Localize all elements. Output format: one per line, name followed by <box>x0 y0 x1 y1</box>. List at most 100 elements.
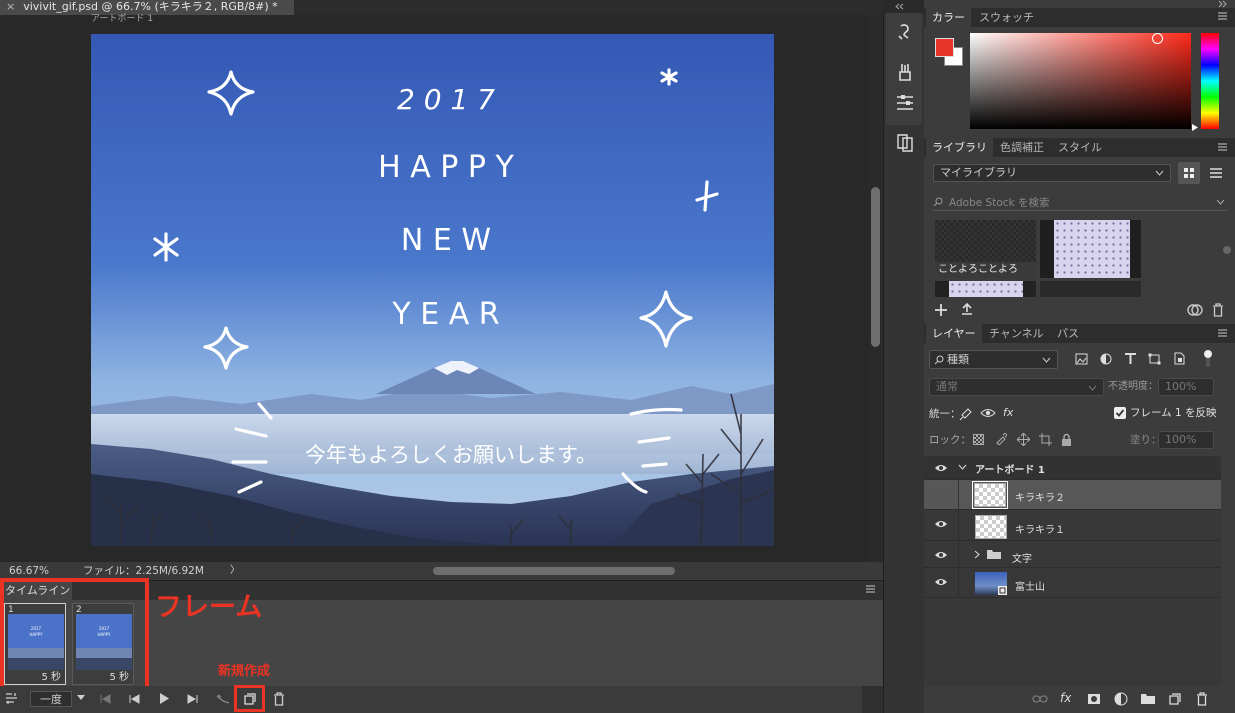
chevron-down-icon <box>1088 385 1097 391</box>
delete-layer-icon[interactable] <box>1196 692 1208 706</box>
chevron-down-icon[interactable] <box>958 464 967 470</box>
new-group-icon[interactable] <box>1140 692 1156 705</box>
tab-color[interactable]: カラー <box>926 8 971 27</box>
color-field[interactable] <box>970 33 1191 129</box>
hue-slider-handle[interactable] <box>1192 124 1199 131</box>
tab-adjustments[interactable]: 色調補正 <box>994 138 1050 157</box>
tab-paths[interactable]: パス <box>1051 324 1085 343</box>
layers-bottom-bar <box>924 686 1235 713</box>
new-frame-icon[interactable] <box>243 692 256 705</box>
loop-dropdown-icon[interactable] <box>77 695 85 701</box>
tab-styles[interactable]: スタイル <box>1052 138 1108 157</box>
vertical-scroll-thumb[interactable] <box>871 187 880 347</box>
artwork-happy: H A P P Y <box>378 150 514 185</box>
visibility-toggle-empty[interactable] <box>935 488 947 500</box>
artboard-canvas[interactable]: 2 0 1 7 H A P P Y N E W Y E A R 今年もよろしくお… <box>91 34 774 546</box>
lock-all-icon[interactable] <box>1061 433 1072 446</box>
filter-adjustment-icon[interactable] <box>1100 353 1112 365</box>
library-scroll-indicator[interactable] <box>1223 246 1231 254</box>
indent-line <box>958 568 959 598</box>
foreground-color-swatch[interactable] <box>935 38 954 57</box>
lock-transparent-icon[interactable] <box>973 434 984 445</box>
library-item-4[interactable] <box>1040 281 1141 297</box>
visibility-eye-icon[interactable] <box>934 463 948 473</box>
timeline-resize-corner[interactable] <box>862 686 883 713</box>
dock-collapse-bar[interactable] <box>883 0 924 13</box>
lock-artboard-icon[interactable] <box>1039 433 1052 446</box>
library-item-3[interactable] <box>935 281 1036 297</box>
visibility-eye-icon[interactable] <box>934 519 948 529</box>
horizontal-scroll-thumb[interactable] <box>433 567 675 575</box>
library-panel-menu-icon[interactable] <box>1217 142 1228 152</box>
hue-slider[interactable] <box>1201 33 1219 129</box>
filter-type-icon[interactable] <box>1124 352 1137 365</box>
tab-swatches[interactable]: スウォッチ <box>973 8 1040 27</box>
lock-position-icon[interactable] <box>1017 433 1030 446</box>
blend-mode-select[interactable]: 通常 <box>929 378 1104 396</box>
color-panel-menu-icon[interactable] <box>1217 11 1228 21</box>
delete-library-item-icon[interactable] <box>1212 303 1224 317</box>
chevron-right-icon[interactable] <box>974 550 980 559</box>
visibility-eye-icon[interactable] <box>934 550 948 560</box>
next-frame-icon[interactable] <box>187 693 199 705</box>
delete-frame-icon[interactable] <box>273 692 285 706</box>
status-menu-arrow[interactable]: 〉 <box>230 562 240 580</box>
history-icon[interactable] <box>893 22 917 42</box>
list-view-button[interactable] <box>1206 162 1226 184</box>
layer-style-icon[interactable]: fx <box>1060 690 1076 706</box>
unify-visibility-icon[interactable] <box>980 406 998 422</box>
stock-search-input[interactable]: Adobe Stock を検索 <box>933 193 1227 211</box>
upload-icon[interactable] <box>960 302 974 316</box>
fill-input[interactable]: 100% <box>1158 431 1214 449</box>
tab-layers[interactable]: レイヤー <box>926 324 982 343</box>
tween-icon[interactable] <box>216 692 230 706</box>
layer-filter-select[interactable]: 種類 <box>929 350 1058 369</box>
play-icon[interactable] <box>158 692 170 705</box>
layer-row-kirakira2[interactable]: キラキラ２ <box>924 480 1221 510</box>
add-mask-icon[interactable] <box>1087 692 1101 706</box>
loop-select[interactable]: 一度 <box>30 691 72 707</box>
opacity-input[interactable]: 100% <box>1158 378 1214 396</box>
tab-channels[interactable]: チャンネル <box>983 324 1050 343</box>
layer-row-fujisan[interactable]: 富士山 <box>924 568 1221 598</box>
properties-icon[interactable] <box>893 92 917 112</box>
library-item-1[interactable]: ことよろことよろ <box>935 220 1036 278</box>
add-content-icon[interactable] <box>934 303 948 317</box>
layer-row-kirakira1[interactable]: キラキラ１ <box>924 511 1221 541</box>
adjustment-layer-icon[interactable] <box>1114 692 1128 706</box>
convert-to-video-timeline-icon[interactable] <box>5 692 20 706</box>
propagate-frame-checkbox[interactable] <box>1114 407 1126 419</box>
layer-row-artboard[interactable]: アートボード 1 <box>924 456 1221 480</box>
frames-annotation-label: フレーム <box>155 592 263 623</box>
panel-collapse-icon[interactable] <box>1213 0 1233 8</box>
first-frame-icon[interactable] <box>99 693 111 705</box>
filter-shape-icon[interactable] <box>1148 353 1161 365</box>
link-layers-icon[interactable] <box>1032 693 1048 705</box>
document-tab[interactable]: × vivivit_gif.psd @ 66.7% (キラキラ２, RGB/8#)… <box>0 0 294 15</box>
unify-position-icon[interactable] <box>958 406 974 422</box>
brushes-icon[interactable] <box>893 62 917 82</box>
color-picker-marker[interactable] <box>1152 33 1163 44</box>
glyphs-icon[interactable] <box>893 132 917 152</box>
indent-line <box>958 480 959 510</box>
filter-toggle-icon[interactable] <box>1203 349 1213 369</box>
visibility-eye-icon[interactable] <box>934 577 948 587</box>
chevron-down-icon <box>1042 357 1051 363</box>
library-select[interactable]: マイライブラリ <box>933 164 1171 182</box>
fill-label: 塗り： <box>1130 434 1162 446</box>
chevron-down-icon[interactable] <box>1216 199 1225 205</box>
layer-row-moji[interactable]: 文字 <box>924 542 1221 568</box>
tab-libraries[interactable]: ライブラリ <box>926 138 993 157</box>
library-item-2[interactable] <box>1040 220 1141 278</box>
grid-view-button[interactable] <box>1178 162 1200 184</box>
unify-style-icon[interactable]: fx <box>1003 405 1019 421</box>
new-layer-icon[interactable] <box>1168 692 1181 705</box>
timeline-menu-icon[interactable] <box>865 584 876 594</box>
filter-pixel-icon[interactable] <box>1075 353 1088 365</box>
creative-cloud-icon[interactable] <box>1186 303 1204 317</box>
filter-smart-object-icon[interactable] <box>1173 352 1185 365</box>
close-tab-icon[interactable]: × <box>6 0 15 13</box>
lock-image-icon[interactable] <box>995 433 1007 445</box>
layers-panel-menu-icon[interactable] <box>1217 328 1228 338</box>
previous-frame-icon[interactable] <box>128 693 140 705</box>
